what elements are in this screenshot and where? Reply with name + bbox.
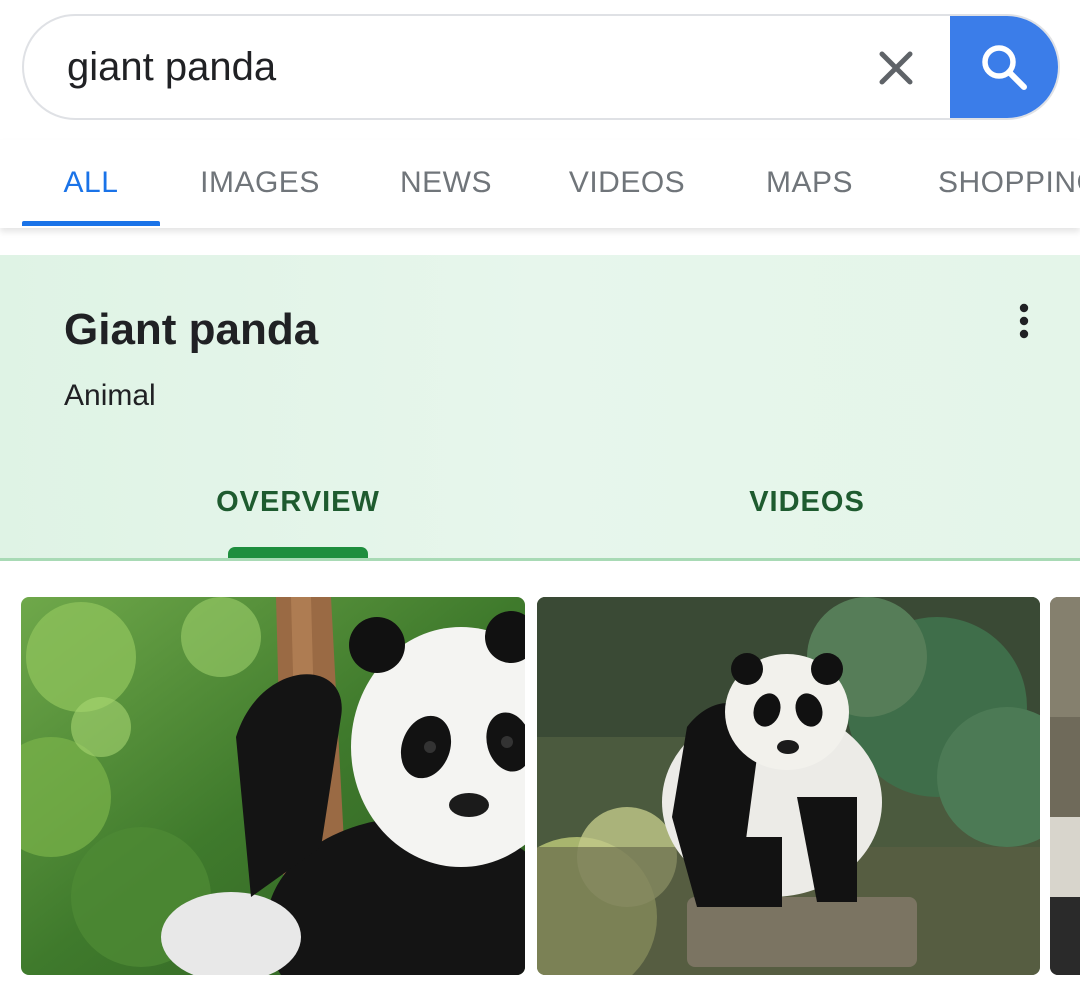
search-results-page: ALL IMAGES NEWS VIDEOS MAPS SHOPPING Gia…	[0, 0, 1080, 999]
kp-tab-overview[interactable]: OVERVIEW	[168, 477, 428, 527]
search-tabs: ALL IMAGES NEWS VIDEOS MAPS SHOPPING	[0, 140, 1080, 228]
tab-news[interactable]: NEWS	[386, 140, 506, 226]
panda-photo-partial	[1050, 597, 1080, 975]
kp-divider	[0, 558, 1080, 561]
panda-image-1[interactable]	[21, 597, 525, 975]
tab-all[interactable]: ALL	[22, 140, 160, 226]
tab-shopping[interactable]: SHOPPING	[922, 140, 1080, 226]
tab-images[interactable]: IMAGES	[190, 140, 330, 226]
search-button[interactable]	[950, 16, 1058, 118]
active-tab-indicator	[22, 221, 160, 226]
tab-shopping-label: SHOPPING	[938, 166, 1080, 199]
panda-image-3[interactable]	[1050, 597, 1080, 975]
more-vert-icon	[1019, 303, 1029, 339]
search-icon	[982, 45, 1027, 90]
tab-maps[interactable]: MAPS	[752, 140, 867, 226]
search-bar	[22, 14, 1060, 120]
knowledge-panel: Giant panda Animal OVERVIEW VIDEOS	[0, 255, 1080, 561]
search-input[interactable]	[24, 16, 884, 118]
more-options-button[interactable]	[1004, 299, 1044, 343]
clear-search-button[interactable]	[866, 38, 926, 98]
close-icon	[879, 51, 913, 85]
panda-photo-cub	[21, 597, 525, 975]
kp-tab-videos[interactable]: VIDEOS	[700, 477, 914, 527]
panda-image-2[interactable]	[537, 597, 1040, 975]
knowledge-panel-title: Giant panda	[64, 305, 319, 354]
panda-photo-adult	[537, 597, 1040, 975]
knowledge-panel-subtitle: Animal	[64, 379, 156, 412]
tab-videos[interactable]: VIDEOS	[562, 140, 692, 226]
